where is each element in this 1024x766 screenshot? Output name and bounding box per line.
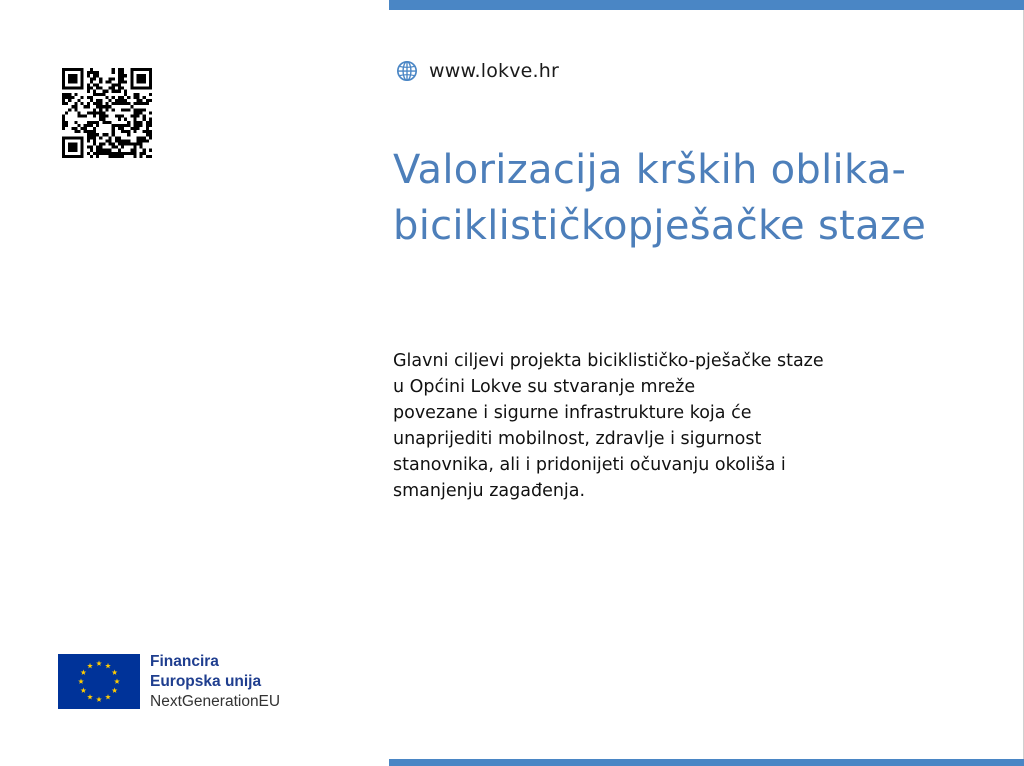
top-accent-bar: [389, 0, 1024, 10]
website-link[interactable]: www.lokve.hr: [396, 58, 559, 84]
funding-line: NextGenerationEU: [150, 693, 281, 710]
paragraph-line: povezane i sigurne infrastrukture koja ć…: [393, 403, 752, 423]
paragraph-line: stanovnika, ali i pridonijeti očuvanju o…: [393, 455, 786, 475]
title-line: biciklističkopješačke staze: [393, 203, 927, 249]
globe-icon: [397, 61, 417, 81]
title-line: Valorizacija krških oblika-: [393, 147, 907, 193]
funding-line: Financira: [150, 653, 219, 670]
paragraph-line: unaprijediti mobilnost, zdravlje i sigur…: [393, 429, 762, 449]
eu-flag-icon: [58, 654, 140, 709]
funding-line: Europska unija: [150, 673, 262, 690]
page-title: Valorizacija krških oblika- biciklističk…: [393, 142, 1013, 254]
bottom-accent-bar: [389, 759, 1024, 766]
qr-code-icon[interactable]: [62, 68, 152, 158]
paragraph-line: smanjenju zagađenja.: [393, 481, 586, 501]
website-url: www.lokve.hr: [429, 60, 560, 82]
description-paragraph: Glavni ciljevi projekta biciklističko-pj…: [393, 348, 953, 504]
funding-label: Financira Europska unija NextGenerationE…: [150, 652, 280, 712]
paragraph-line: Glavni ciljevi projekta biciklističko-pj…: [393, 351, 824, 371]
paragraph-line: u Općini Lokve su stvaranje mreže: [393, 377, 696, 397]
